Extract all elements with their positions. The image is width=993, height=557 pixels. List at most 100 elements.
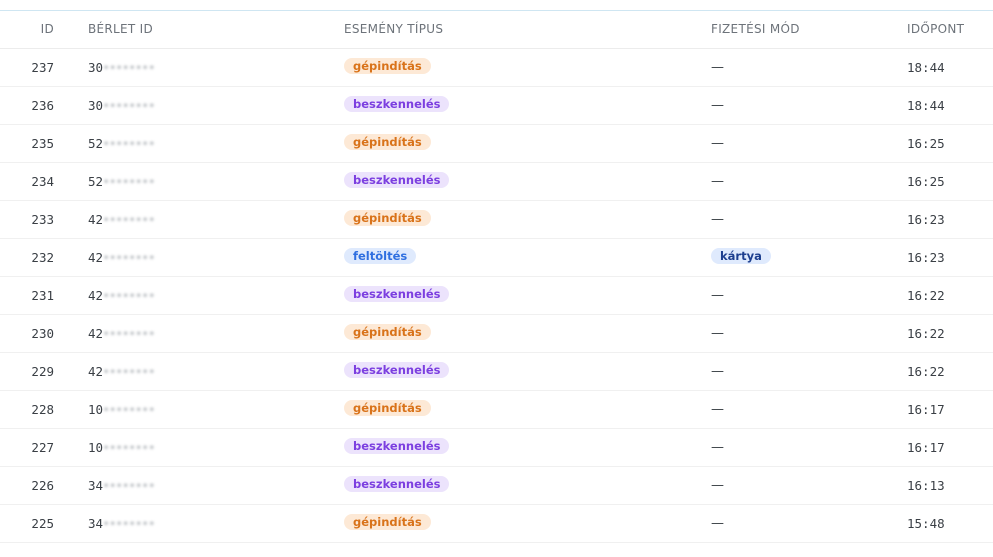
- events-table: ID BÉRLET ID ESEMÉNY TÍPUS FIZETÉSI MÓD …: [0, 11, 993, 543]
- event-type-cell: gépindítás: [331, 390, 698, 429]
- event-type-cell: beszkennelés: [331, 86, 698, 125]
- payment-empty: —: [711, 136, 724, 151]
- berlet-id-cell: 10********: [75, 390, 331, 429]
- berlet-id-cell: 42********: [75, 200, 331, 239]
- event-time: 16:22: [894, 352, 993, 391]
- payment-method-cell: —: [698, 86, 894, 125]
- payment-method-cell: —: [698, 200, 894, 239]
- payment-method-badge: kártya: [711, 248, 771, 264]
- berlet-id-masked: ********: [103, 291, 156, 303]
- row-id: 232: [0, 238, 75, 277]
- row-id: 230: [0, 314, 75, 353]
- event-time: 16:23: [894, 238, 993, 277]
- column-header-event-type[interactable]: ESEMÉNY TÍPUS: [331, 11, 698, 49]
- event-type-cell: beszkennelés: [331, 276, 698, 315]
- berlet-id-masked: ********: [103, 367, 156, 379]
- berlet-id-masked: ********: [103, 63, 156, 75]
- berlet-id-prefix: 52: [88, 135, 104, 151]
- payment-method-cell: —: [698, 466, 894, 505]
- table-row[interactable]: 233 42******** gépindítás —16:23: [0, 200, 993, 239]
- row-id: 225: [0, 504, 75, 543]
- berlet-id-cell: 34********: [75, 466, 331, 505]
- event-type-badge: gépindítás: [344, 58, 431, 74]
- event-time: 18:44: [894, 86, 993, 125]
- payment-method-cell: —: [698, 504, 894, 543]
- payment-empty: —: [711, 174, 724, 189]
- table-body: 237 30******** gépindítás —18:44 236 30******…: [0, 48, 993, 543]
- event-time: 16:17: [894, 390, 993, 429]
- table-row[interactable]: 226 34******** beszkennelés —16:13: [0, 466, 993, 505]
- table-row[interactable]: 227 10******** beszkennelés —16:17: [0, 428, 993, 467]
- event-time: 15:48: [894, 504, 993, 543]
- table-row[interactable]: 236 30******** beszkennelés —18:44: [0, 86, 993, 125]
- table-row[interactable]: 232 42******** feltöltés kártya 16:23: [0, 238, 993, 277]
- event-time: 16:25: [894, 162, 993, 201]
- event-type-cell: feltöltés: [331, 238, 698, 277]
- berlet-id-masked: ********: [103, 215, 156, 227]
- berlet-id-prefix: 30: [88, 97, 104, 113]
- payment-method-cell: —: [698, 314, 894, 353]
- berlet-id-prefix: 10: [88, 401, 104, 417]
- berlet-id-cell: 42********: [75, 352, 331, 391]
- table-row[interactable]: 237 30******** gépindítás —18:44: [0, 48, 993, 87]
- table-row[interactable]: 235 52******** gépindítás —16:25: [0, 124, 993, 163]
- berlet-id-cell: 30********: [75, 48, 331, 87]
- payment-empty: —: [711, 98, 724, 113]
- row-id: 228: [0, 390, 75, 429]
- event-type-badge: beszkennelés: [344, 286, 450, 302]
- berlet-id-prefix: 34: [88, 515, 104, 531]
- berlet-id-prefix: 30: [88, 59, 104, 75]
- berlet-id-prefix: 34: [88, 477, 104, 493]
- row-id: 234: [0, 162, 75, 201]
- event-type-cell: gépindítás: [331, 200, 698, 239]
- row-id: 227: [0, 428, 75, 467]
- table-row[interactable]: 231 42******** beszkennelés — 16:22: [0, 276, 993, 315]
- berlet-id-prefix: 42: [88, 211, 104, 227]
- table-row[interactable]: 234 52******** beszkennelés — 16:25: [0, 162, 993, 201]
- payment-empty: —: [711, 288, 724, 303]
- row-id: 237: [0, 48, 75, 87]
- event-type-badge: gépindítás: [344, 134, 431, 150]
- payment-empty: —: [711, 402, 724, 417]
- table-row[interactable]: 225 34******** gépindítás — 15:48: [0, 504, 993, 543]
- berlet-id-cell: 42********: [75, 276, 331, 315]
- berlet-id-cell: 42********: [75, 314, 331, 353]
- event-time: 16:13: [894, 466, 993, 505]
- berlet-id-masked: ********: [103, 253, 156, 265]
- event-type-cell: gépindítás: [331, 48, 698, 87]
- event-type-cell: beszkennelés: [331, 162, 698, 201]
- event-time: 16:22: [894, 314, 993, 353]
- table-row[interactable]: 229 42******** beszkennelés —16:22: [0, 352, 993, 391]
- event-type-badge: beszkennelés: [344, 438, 450, 454]
- row-id: 231: [0, 276, 75, 315]
- event-type-badge: gépindítás: [344, 324, 431, 340]
- column-header-payment-method[interactable]: FIZETÉSI MÓD: [698, 11, 894, 49]
- event-type-badge: beszkennelés: [344, 476, 450, 492]
- event-type-badge: beszkennelés: [344, 96, 450, 112]
- berlet-id-masked: ********: [103, 443, 156, 455]
- event-time: 16:23: [894, 200, 993, 239]
- event-type-cell: gépindítás: [331, 504, 698, 543]
- row-id: 233: [0, 200, 75, 239]
- event-type-cell: beszkennelés: [331, 466, 698, 505]
- row-id: 236: [0, 86, 75, 125]
- column-header-berlet-id[interactable]: BÉRLET ID: [75, 11, 331, 49]
- column-header-id[interactable]: ID: [0, 11, 75, 49]
- column-header-time[interactable]: IDŐPONT: [894, 11, 993, 49]
- event-type-cell: beszkennelés: [331, 352, 698, 391]
- event-time: 16:25: [894, 124, 993, 163]
- payment-empty: —: [711, 60, 724, 75]
- berlet-id-cell: 34********: [75, 504, 331, 543]
- event-time: 16:22: [894, 276, 993, 315]
- berlet-id-prefix: 52: [88, 173, 104, 189]
- berlet-id-masked: ********: [103, 177, 156, 189]
- payment-method-cell: —: [698, 276, 894, 315]
- payment-method-cell: —: [698, 428, 894, 467]
- table-row[interactable]: 230 42******** gépindítás —16:22: [0, 314, 993, 353]
- event-type-badge: feltöltés: [344, 248, 417, 264]
- berlet-id-prefix: 10: [88, 439, 104, 455]
- table-row[interactable]: 228 10******** gépindítás — 16:17: [0, 390, 993, 429]
- payment-empty: —: [711, 516, 724, 531]
- berlet-id-cell: 42********: [75, 238, 331, 277]
- payment-empty: —: [711, 440, 724, 455]
